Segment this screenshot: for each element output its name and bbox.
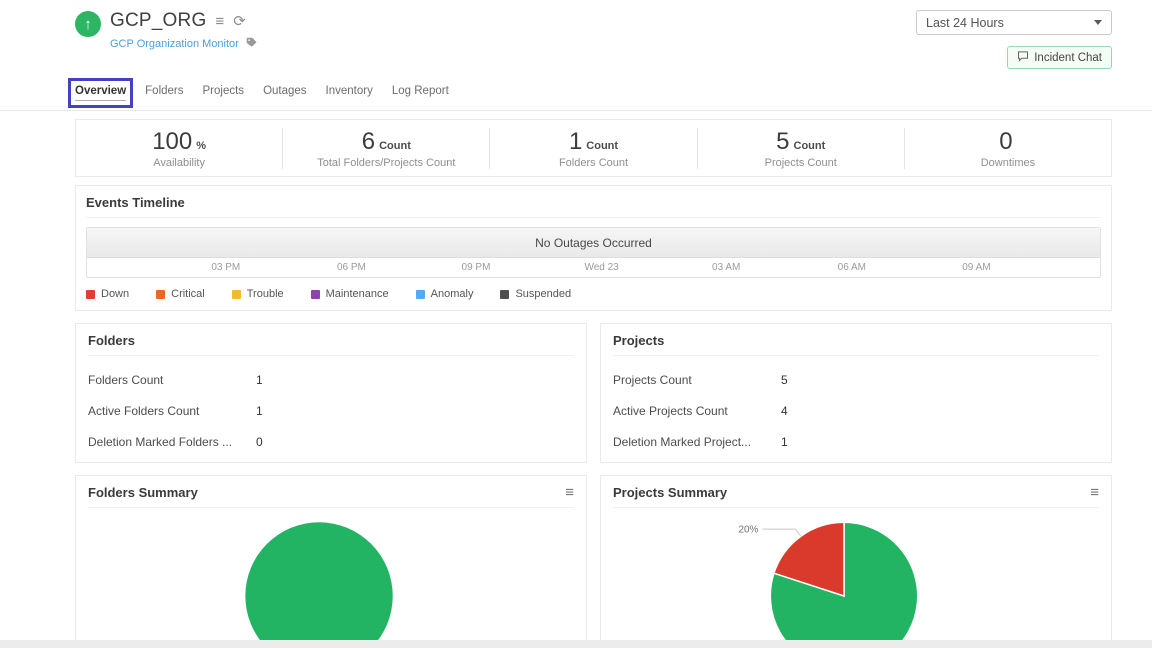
- svg-text:20%: 20%: [739, 525, 759, 536]
- timeline-axis: 03 PM 06 PM 09 PM Wed 23 03 AM 06 AM 09 …: [87, 258, 1100, 277]
- table-row: Active Folders Count1: [88, 404, 574, 418]
- table-row: Folders Count1: [88, 373, 574, 387]
- chat-icon: [1017, 50, 1029, 65]
- timeline-legend: Down Critical Trouble Maintenance Anomal…: [86, 288, 1101, 300]
- tab-folders[interactable]: Folders: [145, 85, 183, 101]
- folders-summary-pie-chart: 100%: [88, 510, 574, 648]
- chart-menu-icon[interactable]: ≡: [565, 485, 574, 500]
- legend-item-maintenance: Maintenance: [311, 288, 389, 300]
- chevron-down-icon: [1094, 20, 1102, 25]
- tag-icon[interactable]: [246, 35, 257, 53]
- anomaly-color-swatch: [416, 290, 425, 299]
- availability-up-icon: ↑: [75, 11, 101, 37]
- legend-item-critical: Critical: [156, 288, 205, 300]
- stat-availability: 100% Availability: [76, 128, 283, 169]
- table-row: Deletion Marked Project...1: [613, 435, 1099, 449]
- folders-panel-title: Folders: [88, 333, 574, 356]
- trouble-color-swatch: [232, 290, 241, 299]
- time-range-select[interactable]: Last 24 Hours: [916, 10, 1112, 35]
- stat-total-count: 6Count Total Folders/Projects Count: [283, 128, 490, 169]
- monitor-title: GCP_ORG: [110, 10, 206, 32]
- monitor-actions-menu-icon[interactable]: ≡: [215, 14, 224, 29]
- legend-item-suspended: Suspended: [500, 288, 571, 300]
- legend-item-down: Down: [86, 288, 129, 300]
- page-header: ↑ GCP_ORG ≡ ⟳ GCP Organization Monitor L…: [0, 0, 1152, 69]
- legend-item-anomaly: Anomaly: [416, 288, 474, 300]
- critical-color-swatch: [156, 290, 165, 299]
- projects-panel: Projects Projects Count5 Active Projects…: [600, 323, 1112, 463]
- events-timeline-panel: Events Timeline No Outages Occurred 03 P…: [75, 185, 1112, 311]
- projects-summary-title: Projects Summary: [613, 485, 727, 500]
- chart-menu-icon[interactable]: ≡: [1090, 485, 1099, 500]
- tab-inventory[interactable]: Inventory: [326, 85, 373, 101]
- tab-projects[interactable]: Projects: [203, 85, 245, 101]
- stat-folders-count: 1Count Folders Count: [490, 128, 697, 169]
- table-row: Projects Count5: [613, 373, 1099, 387]
- table-row: Deletion Marked Folders ...0: [88, 435, 574, 449]
- tab-overview[interactable]: Overview: [75, 85, 126, 101]
- no-outages-bar: No Outages Occurred: [87, 228, 1100, 258]
- suspended-color-swatch: [500, 290, 509, 299]
- folders-summary-panel: Folders Summary ≡ 100% Active Folders Co…: [75, 475, 587, 648]
- tab-outages[interactable]: Outages: [263, 85, 306, 101]
- incident-chat-button[interactable]: Incident Chat: [1007, 46, 1112, 69]
- tab-log-report[interactable]: Log Report: [392, 85, 449, 101]
- time-range-value: Last 24 Hours: [926, 16, 1004, 30]
- legend-item-trouble: Trouble: [232, 288, 284, 300]
- maintenance-color-swatch: [311, 290, 320, 299]
- down-color-swatch: [86, 290, 95, 299]
- events-timeline-title: Events Timeline: [86, 195, 1101, 218]
- stats-summary-bar: 100% Availability 6Count Total Folders/P…: [75, 119, 1112, 177]
- table-row: Active Projects Count4: [613, 404, 1099, 418]
- projects-summary-panel: Projects Summary ≡ 80%20% Active Project…: [600, 475, 1112, 648]
- monitor-tabs: Overview Folders Projects Outages Invent…: [0, 79, 1152, 111]
- folders-summary-title: Folders Summary: [88, 485, 198, 500]
- folders-panel: Folders Folders Count1 Active Folders Co…: [75, 323, 587, 463]
- stat-projects-count: 5Count Projects Count: [698, 128, 905, 169]
- events-timeline-chart: No Outages Occurred 03 PM 06 PM 09 PM We…: [86, 227, 1101, 278]
- page-bottom-strip: [0, 640, 1152, 648]
- projects-panel-title: Projects: [613, 333, 1099, 356]
- monitor-type-link[interactable]: GCP Organization Monitor: [110, 38, 239, 50]
- refresh-icon[interactable]: ⟳: [233, 14, 246, 29]
- projects-summary-pie-chart: 80%20%: [613, 510, 1099, 648]
- stat-downtimes: 0 Downtimes: [905, 128, 1111, 169]
